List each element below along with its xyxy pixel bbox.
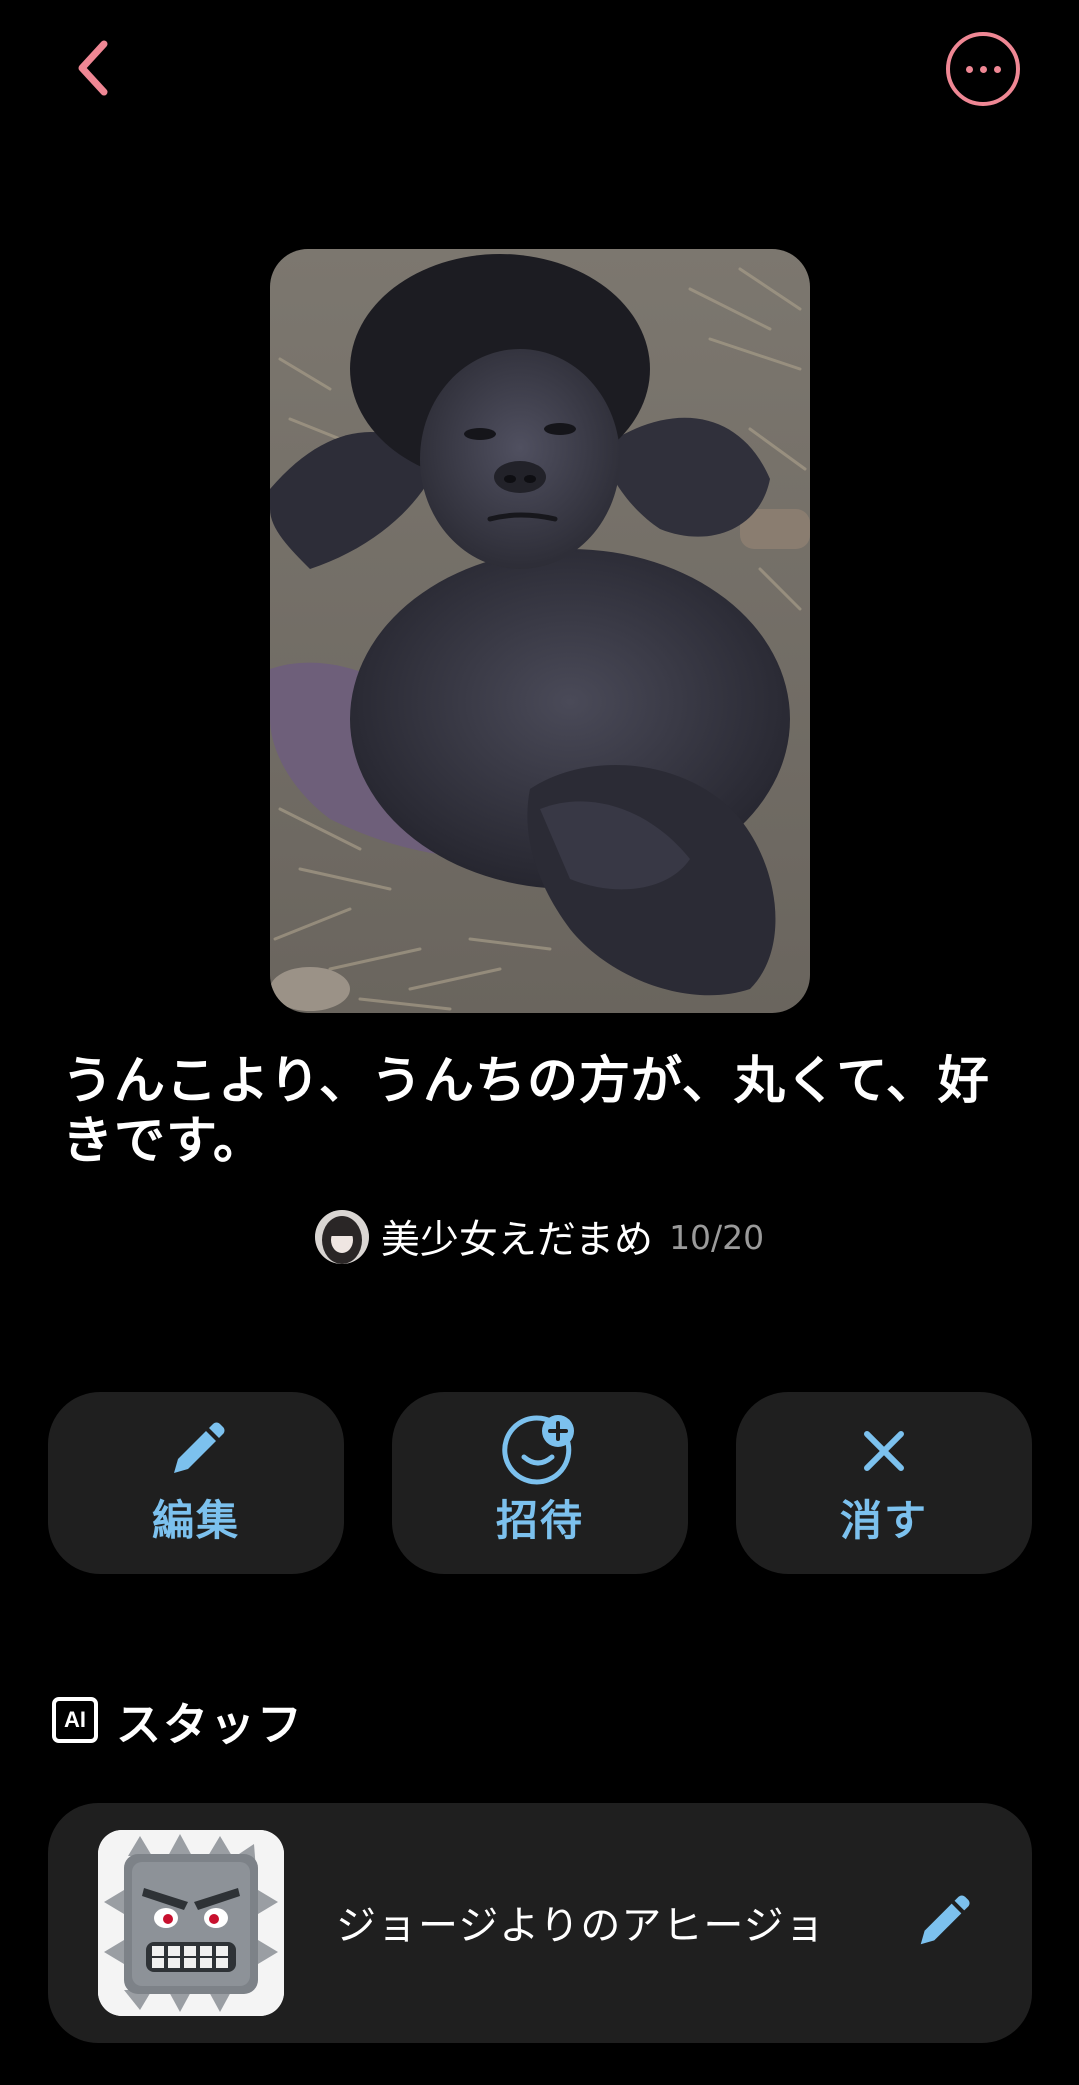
more-dot [979, 65, 987, 73]
delete-label: 消す [839, 1495, 928, 1545]
post-count: 10/20 [669, 1217, 765, 1257]
staff-section-header: AI スタッフ [52, 1690, 305, 1751]
avatar[interactable] [314, 1210, 369, 1264]
staff-avatar[interactable] [98, 1830, 284, 2016]
invite-button[interactable]: 招待 [392, 1392, 688, 1574]
section-title: スタッフ [116, 1697, 305, 1751]
edit-button[interactable]: 編集 [48, 1392, 344, 1574]
more-horizontal-icon [965, 65, 973, 73]
more-options-button[interactable] [946, 32, 1020, 106]
author-name[interactable]: 美少女えだまめ [381, 1209, 653, 1265]
staff-name: ジョージよりのアヒージョ [336, 1903, 826, 1949]
pencil-icon [166, 1419, 226, 1483]
pencil-icon [920, 1895, 970, 1945]
post-title: うんこより、うんちの方が、丸くて、好きです。 [62, 1052, 990, 1171]
delete-button[interactable]: 消す [736, 1392, 1032, 1574]
more-dot [993, 65, 1001, 73]
staff-edit-button[interactable] [910, 1891, 974, 1955]
close-icon [859, 1419, 909, 1483]
add-person-icon [502, 1414, 578, 1484]
invite-label: 招待 [495, 1495, 584, 1545]
staff-card[interactable]: ジョージよりのアヒージョ [48, 1803, 1032, 2043]
edit-label: 編集 [151, 1495, 240, 1545]
ai-badge-icon: AI [52, 1697, 98, 1743]
back-button[interactable] [62, 36, 126, 100]
author-row[interactable]: 美少女えだまめ 10/20 [0, 1208, 1079, 1266]
post-image [270, 249, 810, 1013]
chevron-left-icon [78, 40, 108, 96]
